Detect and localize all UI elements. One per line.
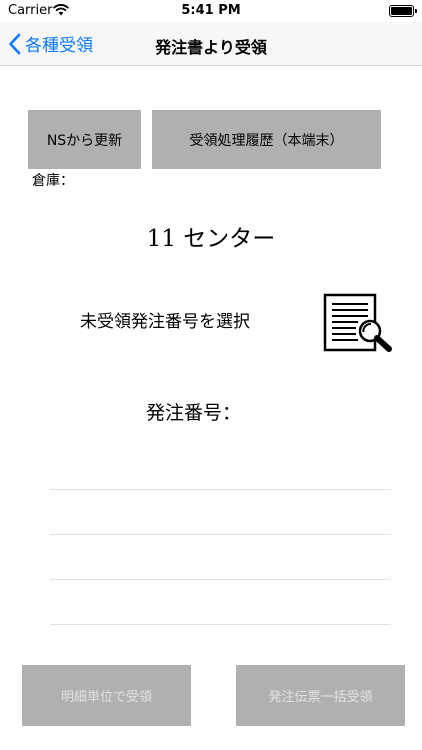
order-number-line (50, 579, 391, 580)
ns-update-button[interactable]: NSから更新 (28, 110, 141, 169)
order-number-line (50, 624, 391, 625)
receive-by-detail-button[interactable]: 明細単位で受領 (22, 665, 191, 726)
warehouse-label: 倉庫： (32, 173, 74, 189)
receipt-history-button[interactable]: 受領処理履歴（本端末） (152, 110, 381, 169)
navigation-bar: 各種受領 発注書より受領 (0, 22, 422, 66)
warehouse-value: 11 センター (146, 226, 276, 252)
order-number-line (50, 489, 391, 490)
select-unreceived-order-label: 未受領発注番号を選択 (80, 312, 250, 332)
page-title: 発注書より受領 (155, 38, 267, 57)
search-document-icon[interactable] (323, 293, 399, 353)
battery-icon (389, 5, 417, 17)
status-time: 5:41 PM (181, 3, 241, 18)
bulk-receive-button[interactable]: 発注伝票一括受領 (236, 665, 405, 726)
status-bar: Carrier 5:41 PM (0, 0, 422, 22)
order-number-label: 発注番号： (145, 402, 241, 424)
order-number-line (50, 534, 391, 535)
